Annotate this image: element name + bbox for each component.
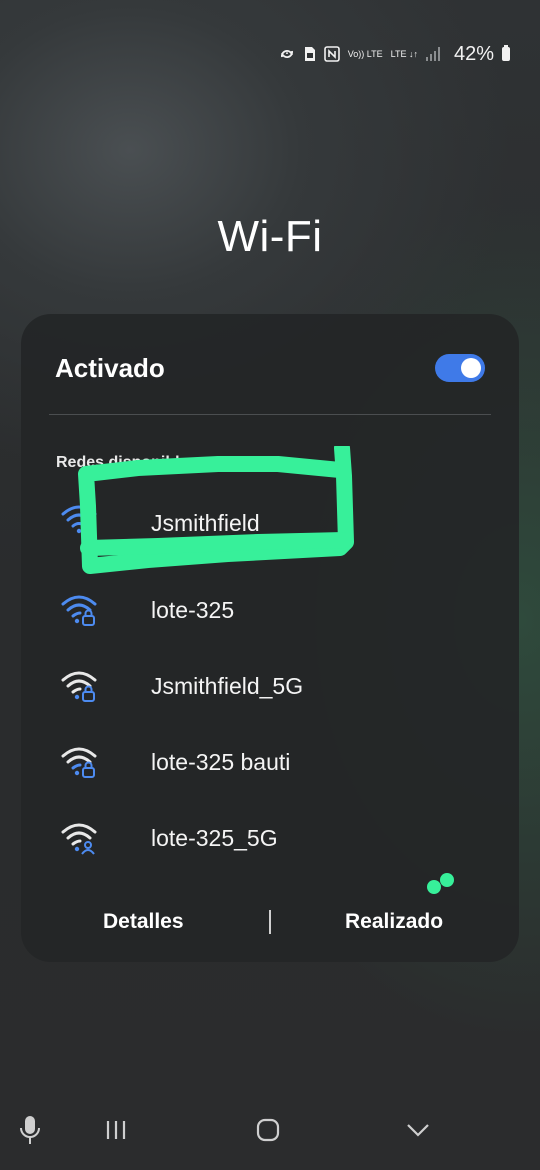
network-item[interactable]: lote-325 (21, 580, 519, 640)
wifi-panel: Activado Redes disponibles Jsmithfield l… (21, 314, 519, 962)
wifi-user-icon (61, 823, 97, 855)
details-button[interactable]: Detalles (103, 910, 184, 934)
sync-icon (280, 50, 293, 58)
network-name: lote-325_5G (151, 824, 278, 851)
network-name: Jsmithfield_5G (151, 672, 304, 699)
wifi-toggle-row[interactable]: Activado (55, 350, 485, 386)
wifi-lock-icon (61, 671, 97, 702)
status-bar: Vo)) LTE LTE ↓↑ 42% (278, 38, 510, 70)
connected-dots-icon (427, 873, 454, 894)
network-name: Jsmithfield (151, 510, 260, 536)
sim-icon (304, 47, 315, 61)
microphone-icon[interactable] (8, 1108, 52, 1152)
network-name: lote-325 (151, 596, 235, 623)
wifi-lock-icon (61, 505, 97, 534)
lte-icon: LTE ↓↑ (390, 48, 418, 59)
signal-icon (425, 47, 440, 61)
volte-icon: Vo)) LTE (347, 48, 383, 59)
home-icon[interactable] (246, 1108, 290, 1152)
battery-percent: 42% (453, 42, 494, 65)
wifi-toggle-label: Activado (55, 352, 165, 383)
network-name: lote-325 bauti (151, 748, 291, 775)
nfc-icon (323, 46, 340, 62)
wifi-lock-icon (61, 747, 97, 778)
section-label: Redes disponibles (56, 454, 198, 471)
wifi-toggle-switch[interactable] (435, 354, 485, 382)
network-item[interactable]: lote-325_5G (21, 808, 519, 868)
battery-icon (502, 45, 510, 61)
panel-footer: Detalles Realizado (21, 894, 519, 950)
done-button[interactable]: Realizado (345, 910, 443, 934)
page-title: Wi-Fi (217, 212, 323, 261)
recent-apps-icon[interactable] (94, 1108, 138, 1152)
network-item[interactable]: lote-325 bauti (21, 732, 519, 792)
hide-keyboard-icon[interactable] (396, 1108, 440, 1152)
network-item[interactable]: Jsmithfield (21, 490, 519, 550)
navigation-bar (0, 1090, 540, 1170)
network-item[interactable]: Jsmithfield_5G (21, 656, 519, 716)
divider (49, 414, 491, 415)
footer-separator (269, 910, 271, 934)
wifi-lock-icon (61, 595, 97, 626)
